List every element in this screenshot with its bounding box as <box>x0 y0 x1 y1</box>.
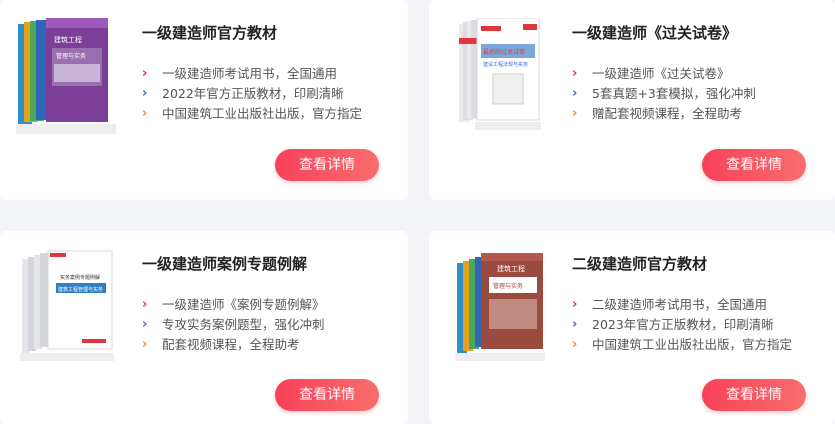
product-title: 二级建造师官方教材 <box>572 255 708 273</box>
product-card-3: 实务案例专题例解 建筑工程管理与实务 一级建造师案例专题例解 › 一级建造师《案例… <box>0 231 408 424</box>
feature-text: 一级建造师《过关试卷》 <box>592 66 730 81</box>
feature-list: › 一级建造师《案例专题例解》 › 专攻实务案例题型，强化冲刺 › 配套视频课程，全程… <box>142 295 325 355</box>
feature-item: › 专攻实务案例题型，强化冲刺 <box>142 315 325 335</box>
book-cover-subtitle: 管理与实务 <box>493 282 523 290</box>
product-title: 一级建造师《过关试卷》 <box>572 24 738 42</box>
book-cover-subtitle: 建设工程法规与实务 <box>483 61 528 68</box>
book-cover-title: 建筑工程 <box>497 264 525 273</box>
feature-item: › 5套真题+3套模拟，强化冲刺 <box>572 84 756 104</box>
chevron-right-icon: › <box>572 66 578 81</box>
product-title: 一级建造师官方教材 <box>142 24 278 42</box>
feature-text: 中国建筑工业出版社出版，官方指定 <box>592 337 793 352</box>
feature-item: › 二级建造师考试用书，全国通用 <box>572 295 792 315</box>
feature-item: › 一级建造师《过关试卷》 <box>572 64 756 84</box>
view-details-button[interactable]: 查看详情 <box>702 149 806 181</box>
feature-text: 二级建造师考试用书，全国通用 <box>592 297 768 312</box>
feature-text: 赠配套视频课程，全程助考 <box>592 106 743 121</box>
feature-item: › 2023年官方正版教材，印刷清晰 <box>572 315 792 335</box>
feature-list: › 一级建造师《过关试卷》 › 5套真题+3套模拟，强化冲刺 › 赠配套视频课程，全程… <box>572 64 756 124</box>
chevron-right-icon: › <box>572 317 578 332</box>
book-cover-image: 建筑工程 管理与实务 <box>16 18 116 134</box>
feature-item: › 一级建造师考试用书，全国通用 <box>142 64 362 84</box>
chevron-right-icon: › <box>142 297 148 312</box>
feature-item: › 赠配套视频课程，全程助考 <box>572 104 756 124</box>
feature-item: › 中国建筑工业出版社出版，官方指定 <box>572 335 792 355</box>
product-card-1: 建筑工程 管理与实务 一级建造师官方教材 › 一级建造师考试用书，全国通用 › 20… <box>0 0 408 200</box>
chevron-right-icon: › <box>142 86 148 101</box>
book-cover-subtitle: 建筑工程管理与实务 <box>58 286 103 293</box>
view-details-button[interactable]: 查看详情 <box>275 379 379 411</box>
feature-text: 配套视频课程，全程助考 <box>162 337 300 352</box>
feature-list: › 二级建造师考试用书，全国通用 › 2023年官方正版教材，印刷清晰 › 中国建筑工… <box>572 295 792 355</box>
feature-item: › 2022年官方正版教材，印刷清晰 <box>142 84 362 104</box>
chevron-right-icon: › <box>142 337 148 352</box>
book-cover-title: 实务案例专题例解 <box>60 274 100 281</box>
product-title: 一级建造师案例专题例解 <box>142 255 308 273</box>
book-cover-subtitle: 管理与实务 <box>56 52 86 60</box>
product-card-2: 最后的过关试卷 建设工程法规与实务 一级建造师《过关试卷》 › 一级建造师《过关试… <box>429 0 835 200</box>
book-cover-image: 建筑工程 管理与实务 <box>455 253 545 361</box>
feature-item: › 一级建造师《案例专题例解》 <box>142 295 325 315</box>
chevron-right-icon: › <box>142 66 148 81</box>
feature-text: 2023年官方正版教材，印刷清晰 <box>592 317 774 332</box>
book-cover-title: 最后的过关试卷 <box>483 48 525 56</box>
feature-text: 一级建造师考试用书，全国通用 <box>162 66 338 81</box>
feature-text: 中国建筑工业出版社出版，官方指定 <box>162 106 363 121</box>
chevron-right-icon: › <box>572 106 578 121</box>
book-cover-image: 最后的过关试卷 建设工程法规与实务 <box>459 18 541 130</box>
feature-text: 2022年官方正版教材，印刷清晰 <box>162 86 344 101</box>
chevron-right-icon: › <box>142 317 148 332</box>
product-card-4: 建筑工程 管理与实务 二级建造师官方教材 › 二级建造师考试用书，全国通用 › 20… <box>429 231 835 424</box>
feature-text: 一级建造师《案例专题例解》 <box>162 297 325 312</box>
chevron-right-icon: › <box>572 297 578 312</box>
book-cover-title: 建筑工程 <box>54 35 82 44</box>
chevron-right-icon: › <box>572 86 578 101</box>
feature-item: › 配套视频课程，全程助考 <box>142 335 325 355</box>
chevron-right-icon: › <box>142 106 148 121</box>
chevron-right-icon: › <box>572 337 578 352</box>
view-details-button[interactable]: 查看详情 <box>275 149 379 181</box>
feature-item: › 中国建筑工业出版社出版，官方指定 <box>142 104 362 124</box>
view-details-button[interactable]: 查看详情 <box>702 379 806 411</box>
book-cover-image: 实务案例专题例解 建筑工程管理与实务 <box>20 250 114 361</box>
feature-text: 专攻实务案例题型，强化冲刺 <box>162 317 325 332</box>
feature-list: › 一级建造师考试用书，全国通用 › 2022年官方正版教材，印刷清晰 › 中国建筑工… <box>142 64 362 124</box>
feature-text: 5套真题+3套模拟，强化冲刺 <box>592 86 756 101</box>
